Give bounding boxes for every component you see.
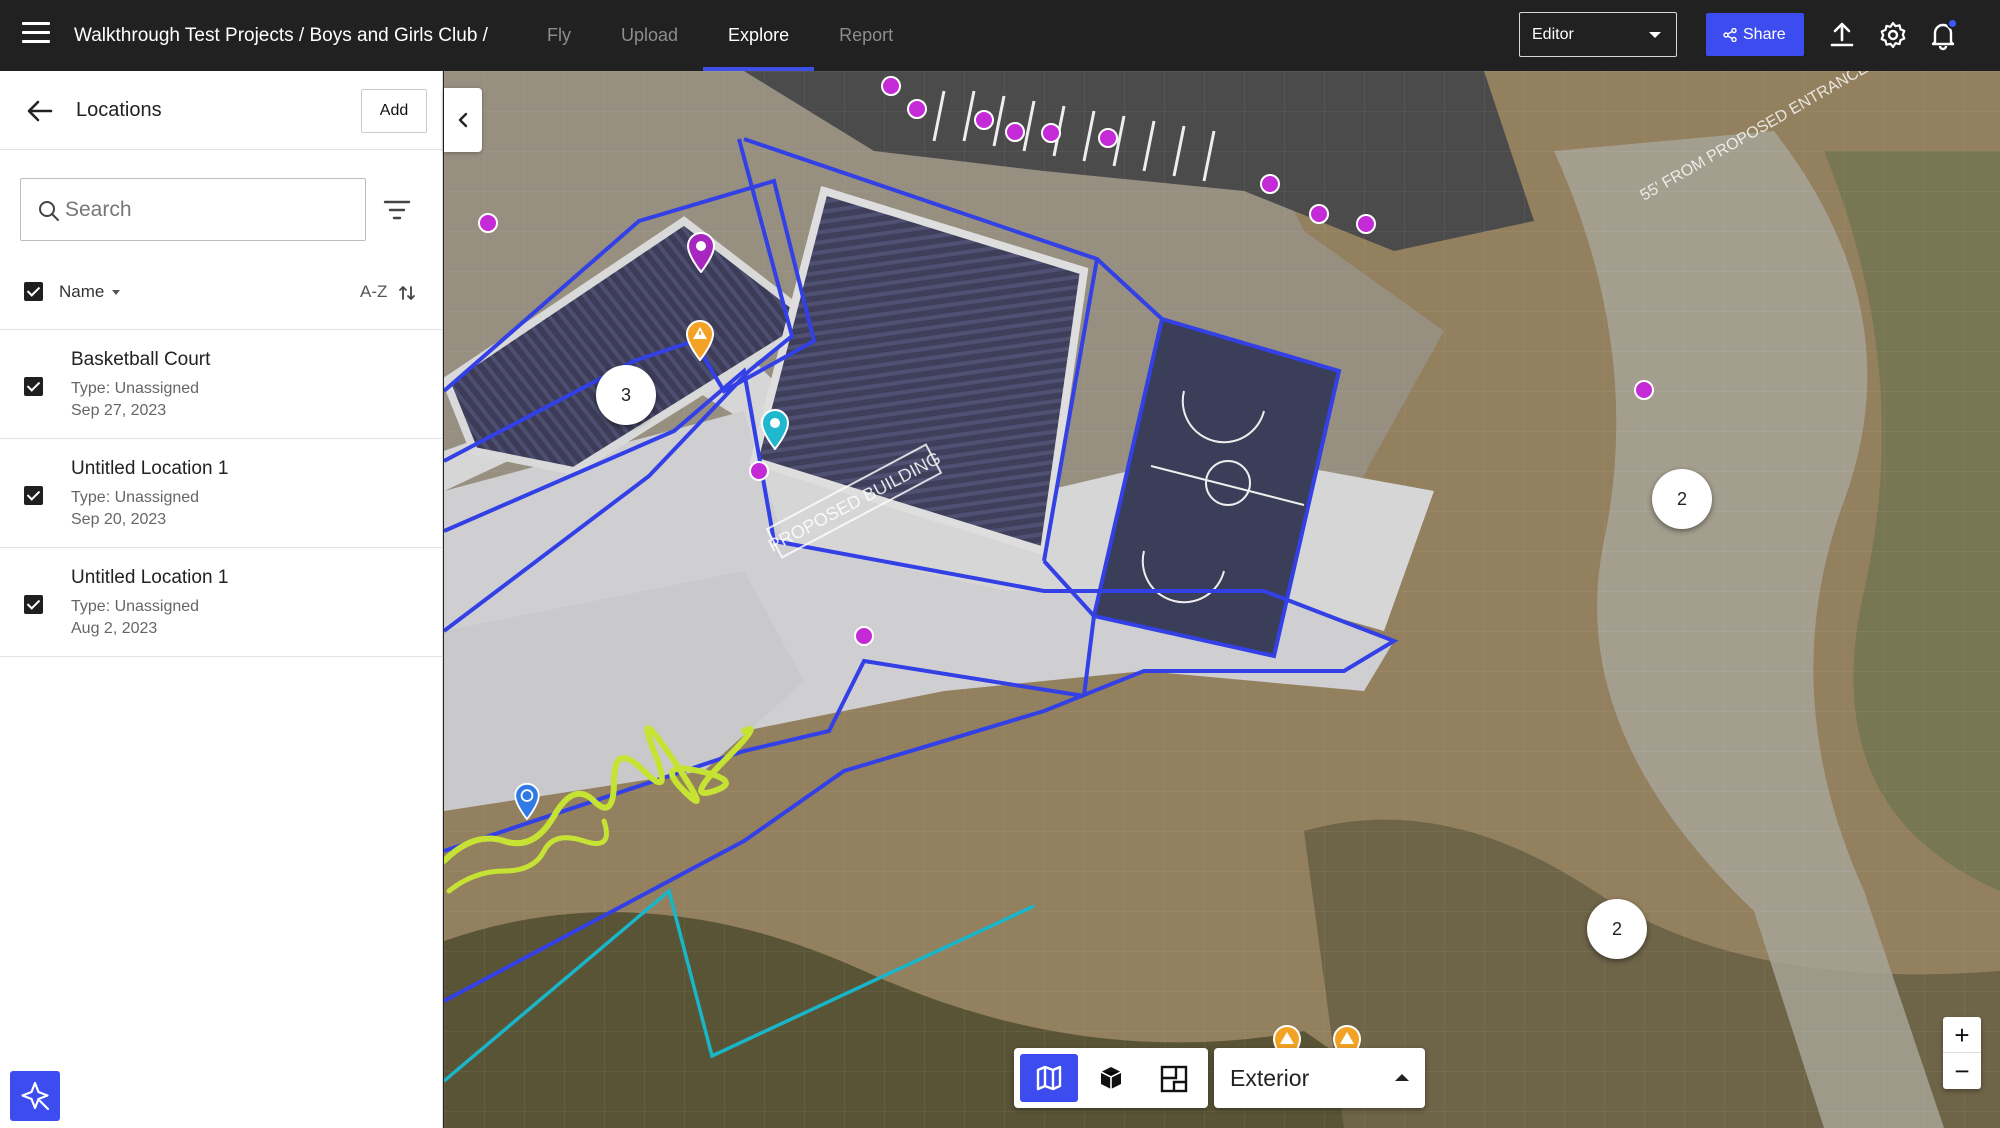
location-checkbox[interactable] bbox=[24, 595, 43, 614]
location-item[interactable]: Untitled Location 1 Type: Unassigned Aug… bbox=[0, 548, 443, 657]
location-date: Sep 27, 2023 bbox=[71, 402, 167, 419]
search-input[interactable] bbox=[65, 193, 355, 227]
location-date: Sep 20, 2023 bbox=[71, 511, 167, 528]
location-type: Type: Unassigned bbox=[71, 489, 200, 506]
select-all-checkbox[interactable] bbox=[24, 282, 43, 301]
share-label: Share bbox=[1743, 26, 1786, 43]
gear-icon[interactable] bbox=[1876, 18, 1910, 52]
floorplan-icon bbox=[1160, 1065, 1188, 1093]
camera-marker-icon[interactable] bbox=[513, 782, 541, 820]
location-type: Type: Unassigned bbox=[71, 380, 200, 397]
location-checkbox[interactable] bbox=[24, 377, 43, 396]
locations-sidebar: Locations Add Name A-Z Basketball Court … bbox=[0, 71, 443, 1128]
zoom-controls: + − bbox=[1943, 1017, 1981, 1089]
sort-order-label: A-Z bbox=[360, 282, 388, 301]
pin-marker-icon[interactable] bbox=[686, 231, 716, 273]
tab-explore[interactable]: Explore bbox=[703, 0, 815, 71]
sort-order-toggle[interactable]: A-Z bbox=[360, 282, 416, 302]
location-item[interactable]: Untitled Location 1 Type: Unassigned Sep… bbox=[0, 439, 443, 548]
zoom-in-button[interactable]: + bbox=[1943, 1017, 1981, 1053]
map-icon bbox=[1036, 1065, 1062, 1091]
aerial-map-image: PROPOSED BUILDING 55' FROM PROPOSED ENTR… bbox=[444, 71, 2000, 1128]
name-column-label: Name bbox=[59, 282, 105, 301]
notification-badge bbox=[1947, 18, 1958, 29]
map-view-button[interactable] bbox=[1020, 1054, 1078, 1102]
nav-tabs: Fly Upload Explore Report bbox=[522, 0, 918, 71]
cube-icon bbox=[1100, 1067, 1122, 1089]
caret-down-icon bbox=[112, 290, 121, 296]
role-select-value: Editor bbox=[1532, 26, 1574, 43]
tab-report[interactable]: Report bbox=[814, 0, 918, 71]
chevron-left-icon bbox=[458, 112, 468, 128]
upload-icon[interactable] bbox=[1825, 18, 1859, 52]
location-type: Type: Unassigned bbox=[71, 598, 200, 615]
location-pin-icon[interactable] bbox=[760, 408, 790, 450]
marker-cluster[interactable]: 2 bbox=[1587, 899, 1647, 959]
chevron-down-icon bbox=[1649, 32, 1661, 38]
page-title: Locations bbox=[76, 99, 162, 121]
sparkle-icon bbox=[21, 1081, 50, 1111]
sidebar-header: Locations Add bbox=[0, 71, 443, 150]
location-item[interactable]: Basketball Court Type: Unassigned Sep 27… bbox=[0, 330, 443, 439]
top-bar: Walkthrough Test Projects / Boys and Gir… bbox=[0, 0, 2000, 71]
marker-cluster[interactable]: 2 bbox=[1652, 469, 1712, 529]
location-name: Untitled Location 1 bbox=[71, 567, 229, 588]
location-checkbox[interactable] bbox=[24, 486, 43, 505]
share-icon bbox=[1723, 28, 1737, 42]
ai-assistant-button[interactable] bbox=[10, 1071, 60, 1121]
zoom-out-button[interactable]: − bbox=[1943, 1053, 1981, 1089]
layer-select-value: Exterior bbox=[1230, 1065, 1310, 1091]
tab-upload[interactable]: Upload bbox=[596, 0, 703, 71]
chevron-up-icon bbox=[1395, 1074, 1409, 1081]
filter-icon[interactable] bbox=[382, 195, 412, 225]
location-name: Basketball Court bbox=[71, 349, 211, 370]
role-select[interactable]: Editor bbox=[1519, 12, 1677, 57]
location-date: Aug 2, 2023 bbox=[71, 620, 158, 637]
name-sort-dropdown[interactable]: Name bbox=[59, 282, 121, 302]
tab-fly[interactable]: Fly bbox=[522, 0, 596, 71]
search-field[interactable] bbox=[20, 178, 366, 241]
collapse-sidebar-button[interactable] bbox=[444, 88, 482, 152]
add-button[interactable]: Add bbox=[361, 89, 427, 133]
view-mode-toggle bbox=[1014, 1048, 1208, 1108]
model-view-button[interactable] bbox=[1082, 1054, 1140, 1102]
marker-cluster[interactable]: 3 bbox=[596, 365, 656, 425]
breadcrumb-path[interactable]: Walkthrough Test Projects / Boys and Gir… bbox=[74, 25, 488, 46]
layer-select[interactable]: Exterior bbox=[1214, 1048, 1425, 1108]
breadcrumb[interactable]: Walkthrough Test Projects / Boys and Gir… bbox=[74, 0, 488, 71]
location-name: Untitled Location 1 bbox=[71, 458, 229, 479]
floorplan-view-button[interactable] bbox=[1144, 1054, 1202, 1102]
site-map[interactable]: PROPOSED BUILDING 55' FROM PROPOSED ENTR… bbox=[444, 71, 2000, 1128]
bell-icon[interactable] bbox=[1926, 18, 1960, 52]
share-button[interactable]: Share bbox=[1706, 13, 1804, 56]
sort-arrows-icon bbox=[399, 285, 416, 300]
search-icon bbox=[39, 201, 59, 221]
back-arrow-icon[interactable] bbox=[26, 97, 54, 125]
menu-icon[interactable] bbox=[22, 22, 50, 48]
issue-marker-icon[interactable] bbox=[685, 319, 715, 361]
